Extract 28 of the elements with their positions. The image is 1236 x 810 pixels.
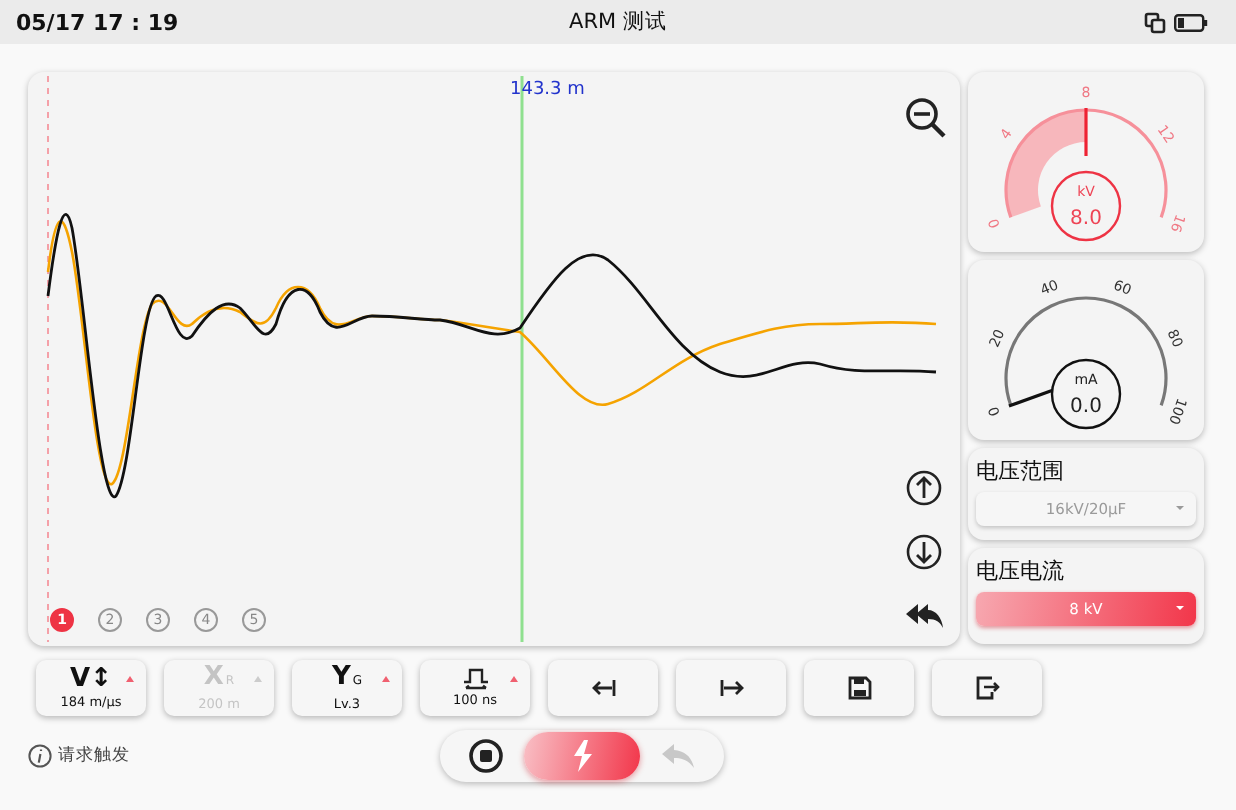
battery-icon — [1174, 13, 1208, 31]
step-left-button[interactable] — [548, 660, 658, 716]
step-right-button[interactable] — [676, 660, 786, 716]
export-icon — [974, 676, 1000, 700]
copy-icon — [1144, 11, 1166, 33]
lightning-icon — [570, 740, 594, 772]
zoom-out-icon[interactable] — [904, 96, 948, 140]
info-icon — [28, 744, 52, 768]
selector-label: 电压范围 — [976, 456, 1066, 486]
window-title: ARM 测试 — [569, 8, 667, 36]
stop-icon — [468, 738, 504, 774]
gauge-reading: 8.0 — [1070, 208, 1102, 230]
export-button[interactable] — [932, 660, 1042, 716]
arrow-down-icon[interactable] — [906, 534, 942, 570]
cursor-distance: 143.3 m — [510, 80, 585, 100]
save-icon — [847, 676, 871, 700]
arrow-up-icon[interactable] — [906, 470, 942, 506]
gauge-reading: 0.0 — [1070, 396, 1102, 418]
save-button[interactable] — [804, 660, 914, 716]
step-right-icon — [717, 678, 745, 698]
trigger-button[interactable] — [524, 732, 640, 780]
selector-label: 电压电流 — [976, 556, 1066, 586]
status-time: 05/17 17 : 19 — [16, 9, 179, 35]
pulse-width-icon — [461, 668, 489, 692]
reply-all-icon[interactable] — [904, 602, 944, 630]
step-left-icon — [589, 678, 617, 698]
trigger-hint: 请求触发 — [58, 744, 130, 768]
undo-icon — [660, 742, 696, 770]
